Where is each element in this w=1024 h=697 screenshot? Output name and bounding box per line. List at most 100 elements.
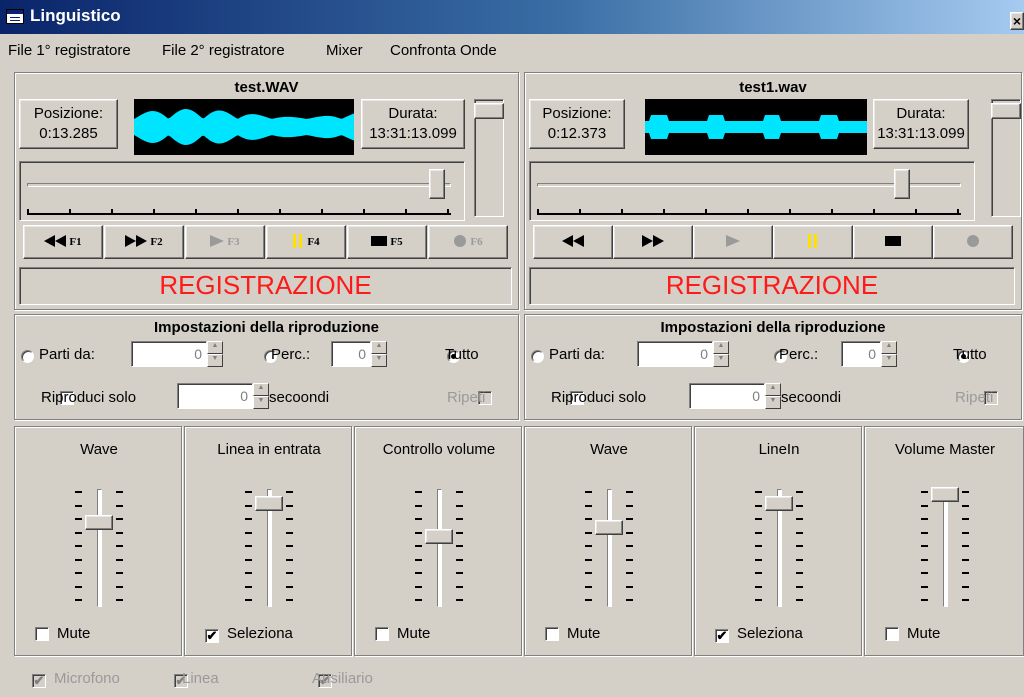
start-label: Parti da: xyxy=(549,346,605,363)
pause-button[interactable]: F4 xyxy=(266,225,346,259)
mixer-check-label: Mute xyxy=(907,625,941,642)
input-sources: ✔ Microfono ✔ Linea ✔ Ausiliario xyxy=(14,662,614,692)
level-slider-thumb[interactable] xyxy=(85,514,113,530)
level-track xyxy=(607,489,612,607)
play-only-label: Riproduci solo xyxy=(41,389,137,406)
start-radio[interactable] xyxy=(21,350,34,363)
mixer-channel: Wave Mute xyxy=(14,426,182,656)
level-slider-thumb[interactable] xyxy=(595,520,623,535)
start-radio[interactable] xyxy=(531,350,544,363)
mixer-channel: Controllo volume Mute xyxy=(354,426,522,656)
pause-icon xyxy=(292,233,304,251)
position-display: Posizione: 0:13.285 xyxy=(19,99,118,149)
fast-forward-icon xyxy=(125,234,148,250)
seconds-input[interactable]: 0 xyxy=(177,383,253,409)
volume-thumb[interactable] xyxy=(991,103,1021,119)
perc-input[interactable]: 0 xyxy=(841,341,881,367)
waveform xyxy=(645,115,867,139)
start-input[interactable]: 0 xyxy=(637,341,713,367)
mixer-checkbox[interactable]: ✔ xyxy=(715,629,729,643)
rewind-button[interactable] xyxy=(533,225,613,259)
menu-compare-waves[interactable]: Confronta Onde xyxy=(390,42,497,59)
recorder-panel-1: test.WAV Posizione: 0:13.285 Durata: 13:31:1… xyxy=(14,72,519,310)
mixer-checkbox[interactable] xyxy=(35,627,49,641)
start-spinner[interactable]: ▲ ▼ xyxy=(207,341,223,367)
position-label: Posizione: xyxy=(542,105,612,122)
mixer-check-label: Mute xyxy=(57,625,91,642)
level-slider-thumb[interactable] xyxy=(765,495,793,511)
source-label: Linea xyxy=(182,670,219,687)
menu-file-2[interactable]: File 2° registratore xyxy=(162,42,285,59)
mixer-label: Volume Master xyxy=(894,441,996,458)
duration-display: Durata: 13:31:13.099 xyxy=(361,99,465,149)
mixer-check-label: Seleziona xyxy=(227,625,293,642)
shortcut-key: F4 xyxy=(307,236,320,248)
position-label: Posizione: xyxy=(33,105,104,122)
status-text: REGISTRAZIONE xyxy=(529,267,1015,305)
pause-icon xyxy=(807,233,819,251)
start-spinner[interactable]: ▲ ▼ xyxy=(713,341,729,367)
source-label: Ausiliario xyxy=(312,670,373,687)
shortcut-key: F3 xyxy=(227,236,240,248)
play-icon xyxy=(210,234,225,250)
stop-icon xyxy=(371,235,388,249)
menu-mixer[interactable]: Mixer xyxy=(326,42,363,59)
seconds-label: secoondi xyxy=(269,389,330,406)
record-button[interactable]: F6 xyxy=(428,225,508,259)
play-button[interactable] xyxy=(693,225,773,259)
fast-forward-button[interactable] xyxy=(613,225,693,259)
perc-label: Perc.: xyxy=(271,346,311,363)
perc-spinner[interactable]: ▲ ▼ xyxy=(371,341,387,367)
mixer-section: Wave Mute Linea in entrata ✔ Seleziona Contro… xyxy=(14,426,1024,658)
seconds-spinner[interactable]: ▲ ▼ xyxy=(253,383,269,409)
perc-input[interactable]: 0 xyxy=(331,341,371,367)
seconds-spinner[interactable]: ▲ ▼ xyxy=(765,383,781,409)
rewind-button[interactable]: F1 xyxy=(23,225,103,259)
pause-button[interactable] xyxy=(773,225,853,259)
seconds-input[interactable]: 0 xyxy=(689,383,765,409)
level-slider-thumb[interactable] xyxy=(255,495,283,511)
playback-settings-1: Impostazioni della riproduzione Parti da:… xyxy=(14,314,519,420)
waveform xyxy=(134,109,354,145)
level-track xyxy=(943,489,948,607)
mixer-label: LineIn xyxy=(758,441,800,458)
waveform-display xyxy=(134,99,354,155)
record-button[interactable] xyxy=(933,225,1013,259)
level-slider-thumb[interactable] xyxy=(425,528,453,544)
start-input[interactable]: 0 xyxy=(131,341,207,367)
file-name: test1.wav xyxy=(739,79,807,96)
source-checkbox[interactable]: ✔ xyxy=(32,674,46,688)
mixer-channel: Wave Mute xyxy=(524,426,692,656)
volume-thumb[interactable] xyxy=(474,103,504,119)
mixer-checkbox[interactable] xyxy=(885,627,899,641)
perc-spinner[interactable]: ▲ ▼ xyxy=(881,341,897,367)
playback-settings-title: Impostazioni della riproduzione xyxy=(660,319,886,336)
level-track xyxy=(437,489,442,607)
close-button[interactable]: × xyxy=(1010,12,1024,30)
app-icon xyxy=(6,9,24,24)
menu-file-1[interactable]: File 1° registratore xyxy=(8,42,131,59)
stop-button[interactable]: F5 xyxy=(347,225,427,259)
record-icon xyxy=(453,234,467,251)
source-label: Microfono xyxy=(54,670,120,687)
level-slider-thumb[interactable] xyxy=(931,487,959,502)
mixer-checkbox[interactable]: ✔ xyxy=(205,629,219,643)
duration-label: Durata: xyxy=(896,105,946,122)
fast-forward-button[interactable]: F2 xyxy=(104,225,184,259)
shortcut-key: F5 xyxy=(390,236,403,248)
shortcut-key: F6 xyxy=(470,236,483,248)
mixer-label: Controllo volume xyxy=(382,441,496,458)
stop-button[interactable] xyxy=(853,225,933,259)
mixer-checkbox[interactable] xyxy=(375,627,389,641)
seek-thumb[interactable] xyxy=(428,169,445,199)
mixer-channel: Linea in entrata ✔ Seleziona xyxy=(184,426,352,656)
waveform-display xyxy=(645,99,867,155)
mixer-label: Linea in entrata xyxy=(217,441,321,458)
seek-thumb[interactable] xyxy=(893,169,910,199)
mixer-channel: LineIn ✔ Seleziona xyxy=(694,426,862,656)
mixer-checkbox[interactable] xyxy=(545,627,559,641)
rewind-icon xyxy=(44,234,67,250)
title-bar: Linguistico xyxy=(0,0,1024,34)
menu-bar: File 1° registratore File 2° registrator… xyxy=(0,38,1024,64)
play-button[interactable]: F3 xyxy=(185,225,265,259)
